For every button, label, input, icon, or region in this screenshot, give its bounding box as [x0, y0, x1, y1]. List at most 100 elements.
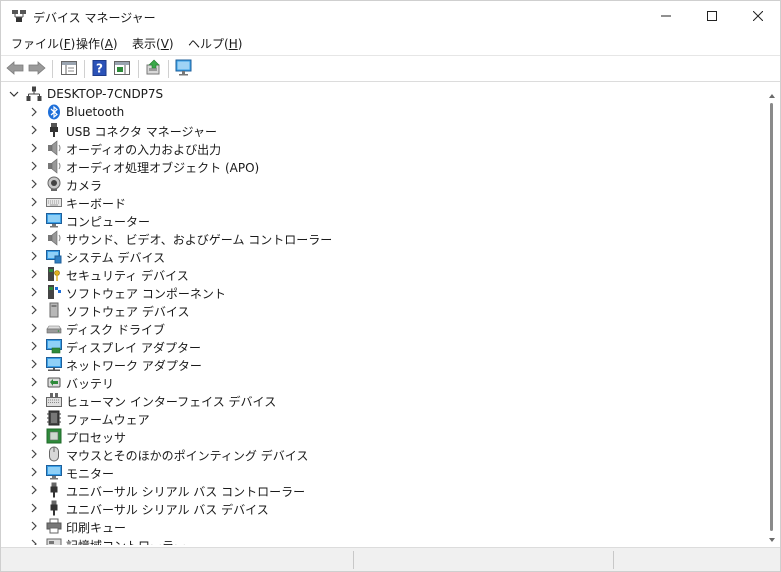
- device-manager-window: デバイス マネージャー ファイル(F) 操作(A) 表示(V) ヘルプ(H) ?…: [0, 0, 781, 572]
- tree-category-label: ユニバーサル シリアル バス コントローラー: [66, 485, 306, 499]
- tree-category-node[interactable]: サウンド、ビデオ、およびゲーム コントローラー: [2, 229, 762, 247]
- menu-action[interactable]: 操作(A): [76, 35, 118, 52]
- chevron-right-icon[interactable]: [28, 447, 40, 461]
- chevron-right-icon[interactable]: [28, 375, 40, 389]
- scan-hardware-button[interactable]: [174, 59, 194, 79]
- help-button[interactable]: ?: [90, 59, 110, 79]
- chevron-right-icon[interactable]: [28, 195, 40, 209]
- chevron-right-icon[interactable]: [28, 213, 40, 227]
- processor-icon: [46, 428, 62, 444]
- chevron-right-icon[interactable]: [28, 141, 40, 155]
- tree-category-node[interactable]: ソフトウェア デバイス: [2, 301, 762, 319]
- battery-icon: [46, 374, 62, 390]
- show-hide-console-tree-button[interactable]: [59, 59, 79, 79]
- scroll-up-icon[interactable]: [768, 89, 776, 98]
- chevron-right-icon[interactable]: [28, 357, 40, 371]
- bluetooth-icon: [46, 104, 62, 120]
- tree-category-node[interactable]: セキュリティ デバイス: [2, 265, 762, 283]
- scan-hardware-icon: [174, 59, 194, 80]
- speaker-icon: [46, 158, 62, 174]
- tree-category-node[interactable]: バッテリ: [2, 373, 762, 391]
- back-icon: [6, 60, 24, 78]
- chevron-right-icon[interactable]: [28, 177, 40, 191]
- menu-view[interactable]: 表示(V): [132, 35, 174, 52]
- chevron-right-icon[interactable]: [28, 159, 40, 173]
- chevron-right-icon[interactable]: [28, 123, 40, 137]
- tree-category-label: セキュリティ デバイス: [66, 269, 189, 283]
- tree-category-node[interactable]: オーディオの入力および出力: [2, 139, 762, 157]
- forward-button[interactable]: [27, 59, 47, 79]
- tree-category-node[interactable]: ソフトウェア コンポーネント: [2, 283, 762, 301]
- usb-icon: [46, 500, 62, 516]
- menu-bar: ファイル(F) 操作(A) 表示(V) ヘルプ(H): [1, 32, 780, 54]
- chevron-right-icon[interactable]: [28, 339, 40, 353]
- device-tree[interactable]: DESKTOP-7CNDP7S Bluetooth USB コネクタ マネージャー…: [2, 83, 765, 545]
- tree-category-node[interactable]: ファームウェア: [2, 409, 762, 427]
- tree-category-label: ユニバーサル シリアル バス デバイス: [66, 503, 269, 517]
- toolbar-separator: [52, 60, 53, 78]
- tree-category-node[interactable]: プロセッサ: [2, 427, 762, 445]
- chevron-right-icon[interactable]: [28, 249, 40, 263]
- tree-category-label: サウンド、ビデオ、およびゲーム コントローラー: [66, 233, 333, 247]
- minimize-button[interactable]: [643, 1, 689, 32]
- chevron-right-icon[interactable]: [28, 105, 40, 119]
- display-adapter-icon: [46, 338, 62, 354]
- tree-category-node[interactable]: ネットワーク アダプター: [2, 355, 762, 373]
- tree-root-node[interactable]: DESKTOP-7CNDP7S: [2, 85, 762, 103]
- chevron-right-icon[interactable]: [28, 267, 40, 281]
- chevron-right-icon[interactable]: [28, 285, 40, 299]
- chevron-down-icon[interactable]: [8, 87, 20, 101]
- printer-icon: [46, 518, 62, 534]
- tree-category-node[interactable]: ユニバーサル シリアル バス コントローラー: [2, 481, 762, 499]
- status-bar: [1, 547, 780, 571]
- chevron-right-icon[interactable]: [28, 465, 40, 479]
- chevron-right-icon[interactable]: [28, 393, 40, 407]
- tree-category-node[interactable]: 記憶域コントローラー: [2, 535, 762, 545]
- tree-category-label: ソフトウェア コンポーネント: [66, 287, 226, 301]
- keyboard-icon: [46, 194, 62, 210]
- tree-category-label: バッテリ: [66, 377, 115, 391]
- chevron-right-icon[interactable]: [28, 519, 40, 533]
- tree-category-label: オーディオ処理オブジェクト (APO): [66, 161, 260, 175]
- tree-category-node[interactable]: キーボード: [2, 193, 762, 211]
- chevron-right-icon[interactable]: [28, 303, 40, 317]
- tree-category-node[interactable]: オーディオ処理オブジェクト (APO): [2, 157, 762, 175]
- tree-category-node[interactable]: ディスク ドライブ: [2, 319, 762, 337]
- tree-category-node[interactable]: システム デバイス: [2, 247, 762, 265]
- maximize-button[interactable]: [689, 1, 735, 32]
- mouse-icon: [46, 446, 62, 462]
- software-device-icon: [46, 302, 62, 318]
- chevron-right-icon[interactable]: [28, 231, 40, 245]
- maximize-icon: [707, 10, 717, 24]
- tree-category-label: システム デバイス: [66, 251, 166, 265]
- firmware-icon: [46, 410, 62, 426]
- storage-controller-icon: [46, 536, 62, 545]
- update-driver-button[interactable]: [144, 59, 164, 79]
- scroll-down-icon[interactable]: [768, 533, 776, 542]
- chevron-right-icon[interactable]: [28, 501, 40, 515]
- tree-category-node[interactable]: カメラ: [2, 175, 762, 193]
- chevron-right-icon[interactable]: [28, 537, 40, 545]
- action-pane-button[interactable]: [112, 59, 132, 79]
- menu-help[interactable]: ヘルプ(H): [188, 35, 242, 52]
- tree-category-node[interactable]: ヒューマン インターフェイス デバイス: [2, 391, 762, 409]
- back-button[interactable]: [5, 59, 25, 79]
- tree-category-node[interactable]: マウスとそのほかのポインティング デバイス: [2, 445, 762, 463]
- tree-category-node[interactable]: 印刷キュー: [2, 517, 762, 535]
- tree-category-node[interactable]: コンピューター: [2, 211, 762, 229]
- chevron-right-icon[interactable]: [28, 429, 40, 443]
- tree-category-node[interactable]: USB コネクタ マネージャー: [2, 121, 762, 139]
- scrollbar-thumb[interactable]: [770, 103, 773, 531]
- title-bar[interactable]: デバイス マネージャー: [1, 1, 780, 32]
- tree-category-node[interactable]: Bluetooth: [2, 103, 762, 121]
- menu-file[interactable]: ファイル(F): [11, 35, 75, 52]
- chevron-right-icon[interactable]: [28, 483, 40, 497]
- chevron-right-icon[interactable]: [28, 321, 40, 335]
- tree-category-node[interactable]: モニター: [2, 463, 762, 481]
- chevron-right-icon[interactable]: [28, 411, 40, 425]
- vertical-scrollbar[interactable]: [765, 83, 780, 545]
- tree-category-node[interactable]: ディスプレイ アダプター: [2, 337, 762, 355]
- toolbar-separator: [168, 60, 169, 78]
- tree-category-node[interactable]: ユニバーサル シリアル バス デバイス: [2, 499, 762, 517]
- close-button[interactable]: [735, 1, 781, 32]
